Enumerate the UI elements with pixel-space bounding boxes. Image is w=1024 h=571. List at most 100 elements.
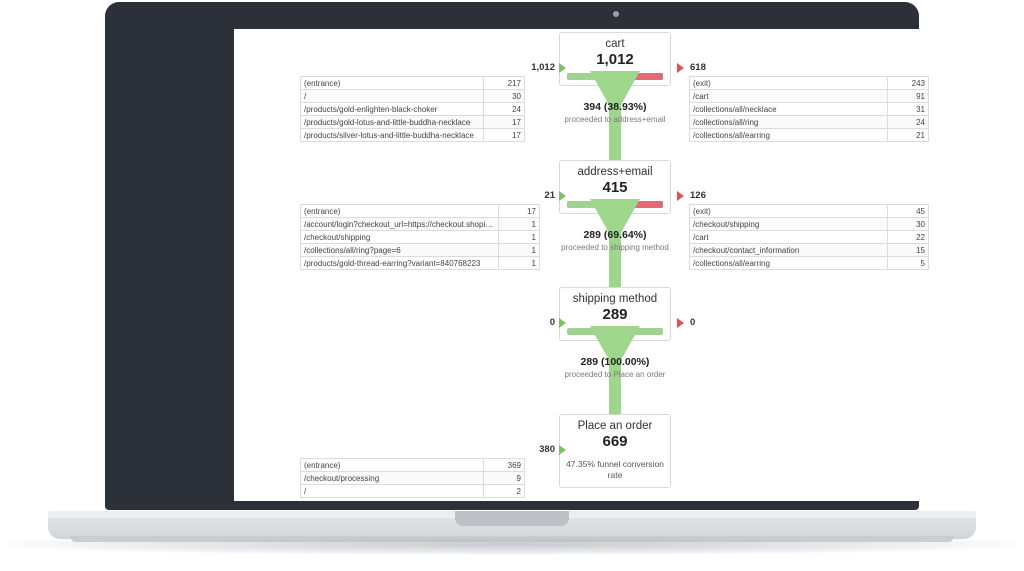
row-path: /checkout/processing [300, 471, 484, 485]
row-path: /products/gold-enlighten-black-choker [300, 102, 484, 116]
transition-value: 289 (69.64%) [583, 229, 647, 241]
row-path: /products/gold-thread-earring?variant=84… [300, 256, 499, 270]
table-row[interactable]: /collections/all/necklace 31 [689, 102, 929, 116]
table-row[interactable]: /checkout/contact_information 15 [689, 243, 929, 257]
laptop-shadow [10, 537, 1014, 555]
row-path: / [300, 89, 484, 103]
table-row[interactable]: /checkout/shipping 30 [689, 217, 929, 231]
table-row[interactable]: (entrance) 217 [300, 76, 525, 90]
entrance-table-address-email[interactable]: (entrance) 17/account/login?checkout_url=… [300, 204, 540, 270]
row-count: 45 [887, 204, 929, 218]
table-row[interactable]: (exit) 45 [689, 204, 929, 218]
webcam-icon [613, 11, 619, 17]
entrance-count-shipping-method: 0 [549, 317, 555, 328]
row-count: 15 [887, 243, 929, 257]
row-count: 24 [887, 115, 929, 129]
table-row[interactable]: /2 [300, 484, 525, 498]
entrance-count-address-email: 21 [544, 190, 555, 201]
entrance-table-cart[interactable]: (entrance) 217/30/products/gold-enlighten… [300, 76, 525, 142]
exit-table-cart[interactable]: (exit) 243/cart 91/collections/all/necklac… [689, 76, 929, 142]
exit-marker-icon [677, 318, 684, 328]
table-row[interactable]: /checkout/shipping 1 [300, 230, 540, 244]
row-path: /products/silver-lotus-and-little-buddha… [300, 128, 484, 142]
node-value: 415 [602, 179, 628, 196]
row-count: 17 [483, 128, 525, 142]
row-count: 91 [887, 89, 929, 103]
row-path: /products/gold-lotus-and-little-buddha-n… [300, 115, 484, 129]
row-path: /checkout/shipping [300, 230, 499, 244]
entrance-marker-icon [559, 63, 566, 73]
table-row[interactable]: /collections/all/earring 5 [689, 256, 929, 270]
node-value: 1,012 [596, 51, 634, 68]
table-row[interactable]: /products/gold-lotus-and-little-buddha-n… [300, 115, 525, 129]
table-row[interactable]: (exit) 243 [689, 76, 929, 90]
row-count: 17 [498, 204, 540, 218]
row-path: (exit) [689, 76, 888, 90]
transition-value: 394 (38.93%) [583, 101, 647, 113]
node-title: Place an order [577, 420, 653, 432]
table-row[interactable]: /collections/all/ring 24 [689, 115, 929, 129]
node-value: 289 [602, 306, 628, 323]
row-path: /collections/all/necklace [689, 102, 888, 116]
entrance-table-place-an-order[interactable]: (entrance) 369/checkout/processing 9/2 [300, 458, 525, 498]
table-row[interactable]: /products/silver-lotus-and-little-buddha… [300, 128, 525, 142]
entrance-marker-icon [559, 445, 566, 455]
row-count: 5 [887, 256, 929, 270]
table-row[interactable]: /collections/all/earring 21 [689, 128, 929, 142]
table-row[interactable]: /checkout/processing 9 [300, 471, 525, 485]
row-path: /collections/all/ring [689, 115, 888, 129]
exit-marker-icon [677, 191, 684, 201]
row-count: 243 [887, 76, 929, 90]
row-count: 369 [483, 458, 525, 472]
row-path: /collections/all/ring?page=6 [300, 243, 499, 257]
node-title: shipping method [572, 293, 658, 305]
transition-label-address-to-shipping: 289 (69.64%) proceeded to shipping metho… [515, 229, 715, 253]
row-count: 217 [483, 76, 525, 90]
row-path: (exit) [689, 204, 888, 218]
row-path: /checkout/contact_information [689, 243, 888, 257]
row-count: 22 [887, 230, 929, 244]
row-path: (entrance) [300, 204, 499, 218]
row-count: 9 [483, 471, 525, 485]
exit-count-address-email: 126 [690, 190, 706, 201]
node-value: 669 [602, 433, 628, 450]
table-row[interactable]: /products/gold-thread-earring?variant=84… [300, 256, 540, 270]
row-path: /collections/all/earring [689, 128, 888, 142]
table-row[interactable]: /cart 91 [689, 89, 929, 103]
entrance-count-cart: 1,012 [531, 62, 555, 73]
laptop-lid: cart 1,012 1,012 618 (entrance) 217/30/pr… [105, 2, 1000, 510]
exit-count-shipping-method: 0 [690, 317, 696, 328]
table-row[interactable]: (entrance) 369 [300, 458, 525, 472]
row-path: /cart [689, 89, 888, 103]
exit-marker-icon [677, 63, 684, 73]
row-path: /collections/all/earring [689, 256, 888, 270]
row-path: /cart [689, 230, 888, 244]
exit-table-address-email[interactable]: (exit) 45/checkout/shipping 30/cart 22/chec… [689, 204, 929, 270]
transition-caption: proceeded to shipping method [561, 243, 669, 252]
table-row[interactable]: /account/login?checkout_url=https://chec… [300, 217, 540, 231]
conversion-rate-note: 47.35% funnel conversion rate [566, 459, 664, 480]
row-path: (entrance) [300, 76, 484, 90]
table-row[interactable]: /30 [300, 89, 525, 103]
funnel-chart: cart 1,012 1,012 618 (entrance) 217/30/pr… [234, 29, 1000, 501]
row-path: / [300, 484, 484, 498]
table-row[interactable]: /products/gold-enlighten-black-choker 24 [300, 102, 525, 116]
table-row[interactable]: (entrance) 17 [300, 204, 540, 218]
transition-value: 289 (100.00%) [580, 356, 650, 368]
row-count: 30 [887, 217, 929, 231]
transition-caption: proceeded to address+email [564, 115, 666, 124]
funnel-node-place-an-order[interactable]: Place an order 669 47.35% funnel convers… [559, 414, 671, 488]
row-path: /account/login?checkout_url=https://chec… [300, 217, 499, 231]
entrance-count-place-an-order: 380 [539, 444, 555, 455]
row-count: 1 [498, 256, 540, 270]
transition-caption: proceeded to Place an order [564, 370, 666, 379]
laptop-screen: cart 1,012 1,012 618 (entrance) 217/30/pr… [234, 29, 1000, 501]
transition-label-shipping-to-order: 289 (100.00%) proceeded to Place an orde… [515, 356, 715, 380]
entrance-marker-icon [559, 191, 566, 201]
table-row[interactable]: /collections/all/ring?page=6 1 [300, 243, 540, 257]
table-row[interactable]: /cart 22 [689, 230, 929, 244]
row-count: 2 [483, 484, 525, 498]
row-count: 21 [887, 128, 929, 142]
exit-count-cart: 618 [690, 62, 706, 73]
transition-label-cart-to-address: 394 (38.93%) proceeded to address+email [515, 101, 715, 125]
